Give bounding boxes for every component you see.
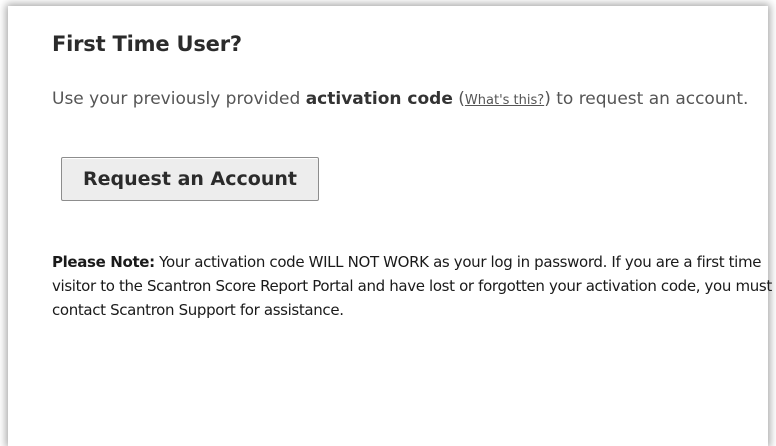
- intro-text-end: ) to request an account.: [544, 89, 749, 109]
- intro-open-paren: (: [452, 89, 465, 109]
- panel-heading: First Time User?: [52, 32, 242, 56]
- please-note-label: Please Note:: [52, 253, 155, 271]
- please-note-text: Please Note: Your activation code WILL N…: [52, 250, 772, 322]
- activation-code-emphasis: activation code: [305, 89, 453, 109]
- intro-text-start: Use your previously provided: [52, 89, 306, 109]
- request-account-button[interactable]: Request an Account: [61, 157, 319, 201]
- intro-text: Use your previously provided activation …: [52, 80, 752, 120]
- whats-this-link[interactable]: What's this?: [465, 93, 544, 108]
- please-note-body: Your activation code WILL NOT WORK as yo…: [52, 253, 772, 319]
- first-time-user-panel: First Time User? Use your previously pro…: [8, 6, 772, 446]
